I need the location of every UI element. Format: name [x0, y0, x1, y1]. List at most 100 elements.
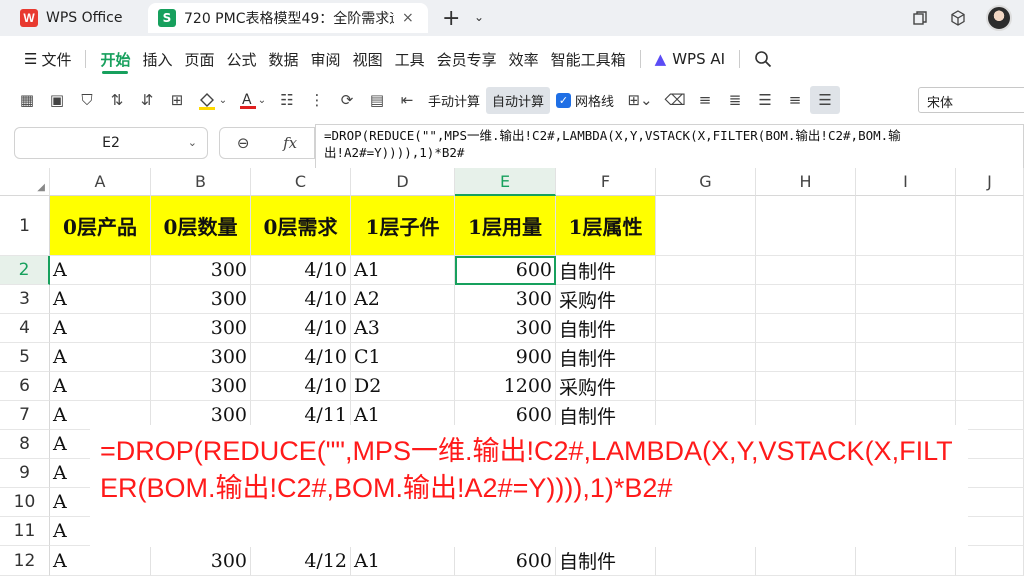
cell-d3[interactable]: A2	[351, 285, 455, 314]
restore-window-icon[interactable]	[910, 8, 930, 28]
align-left-icon[interactable]: ≣	[720, 86, 750, 114]
column-header-e[interactable]: E	[455, 168, 556, 196]
menu-tab-page[interactable]: 页面	[179, 40, 221, 78]
cell-j6[interactable]	[956, 372, 1024, 401]
cell-j2[interactable]	[956, 256, 1024, 285]
cell-b6[interactable]: 300	[151, 372, 251, 401]
row-header-9[interactable]: 9	[0, 459, 50, 488]
cell-h3[interactable]	[756, 285, 856, 314]
cell-j3[interactable]	[956, 285, 1024, 314]
close-tab-icon[interactable]: ×	[402, 10, 414, 26]
row-header-12[interactable]: 12	[0, 546, 50, 576]
cell-b1[interactable]: 0层数量	[151, 196, 251, 256]
cell-d5[interactable]: C1	[351, 343, 455, 372]
align-top-icon[interactable]: ≡	[690, 86, 720, 114]
font-color-icon[interactable]: A ⌄	[232, 86, 272, 114]
row-col-icon[interactable]: ☷	[272, 86, 302, 114]
sort-ascending-icon[interactable]: ⇅	[102, 86, 132, 114]
number-format-icon[interactable]: ▦	[12, 86, 42, 114]
cell-g12[interactable]	[656, 546, 756, 576]
document-tab[interactable]: S 720 PMC表格模型49：全阶需求运算 ×	[148, 3, 428, 33]
cell-i2[interactable]	[856, 256, 956, 285]
file-menu[interactable]: ☰ 文件	[18, 40, 77, 78]
row-header-6[interactable]: 6	[0, 372, 50, 401]
cell-c6[interactable]: 4/10	[251, 372, 351, 401]
cell-f5[interactable]: 自制件	[556, 343, 656, 372]
cell-h2[interactable]	[756, 256, 856, 285]
column-header-a[interactable]: A	[50, 168, 151, 196]
menu-tab-view[interactable]: 视图	[347, 40, 389, 78]
column-header-f[interactable]: F	[556, 168, 656, 196]
cell-a12[interactable]: A	[50, 546, 151, 576]
cell-a2[interactable]: A	[50, 256, 151, 285]
cell-g1[interactable]	[656, 196, 756, 256]
cell-j1[interactable]	[956, 196, 1024, 256]
menu-tab-member[interactable]: 会员专享	[431, 40, 503, 78]
menu-tab-efficiency[interactable]: 效率	[503, 40, 545, 78]
cell-d6[interactable]: D2	[351, 372, 455, 401]
cell-i1[interactable]	[856, 196, 956, 256]
name-box[interactable]: E2 ⌄	[14, 127, 208, 159]
function-icon[interactable]: fx	[283, 134, 297, 152]
cell-border-icon[interactable]: ⊞⌄	[620, 86, 660, 114]
cell-e4[interactable]: 300	[455, 314, 556, 343]
zoom-formula-icon[interactable]: ⊖	[237, 134, 250, 152]
cell-b5[interactable]: 300	[151, 343, 251, 372]
cell-i3[interactable]	[856, 285, 956, 314]
chevron-down-icon[interactable]: ⌄	[188, 136, 197, 149]
refresh-icon[interactable]: ⟳	[332, 86, 362, 114]
cell-h12[interactable]	[756, 546, 856, 576]
cell-e2[interactable]: 600	[455, 256, 556, 285]
gridlines-checkbox[interactable]: ✓ 网格线	[550, 91, 620, 110]
align-center-icon[interactable]: ☰	[750, 86, 780, 114]
auto-calc-button[interactable]: 自动计算	[486, 86, 551, 114]
cell-i5[interactable]	[856, 343, 956, 372]
cell-d4[interactable]: A3	[351, 314, 455, 343]
row-header-10[interactable]: 10	[0, 488, 50, 517]
cell-d12[interactable]: A1	[351, 546, 455, 576]
borders-icon[interactable]: ⊞	[162, 86, 192, 114]
cell-b12[interactable]: 300	[151, 546, 251, 576]
cell-f12[interactable]: 自制件	[556, 546, 656, 576]
cell-i4[interactable]	[856, 314, 956, 343]
cell-g2[interactable]	[656, 256, 756, 285]
menu-tab-wps-ai[interactable]: ▲ WPS AI	[649, 40, 731, 78]
justify-icon[interactable]: ☰	[810, 86, 841, 114]
cell-h1[interactable]	[756, 196, 856, 256]
row-header-4[interactable]: 4	[0, 314, 50, 343]
sort-descending-icon[interactable]: ⇵	[132, 86, 162, 114]
column-header-i[interactable]: I	[856, 168, 956, 196]
cell-i6[interactable]	[856, 372, 956, 401]
cell-e12[interactable]: 600	[455, 546, 556, 576]
tab-list-chevron-icon[interactable]: ⌄	[474, 10, 484, 24]
manual-calc-button[interactable]: 手动计算	[422, 87, 486, 114]
new-tab-icon[interactable]: +	[442, 6, 460, 31]
cell-h4[interactable]	[756, 314, 856, 343]
column-header-j[interactable]: J	[956, 168, 1024, 196]
clear-format-icon[interactable]: ⌫	[660, 86, 690, 114]
freeze-icon[interactable]: ⇤	[392, 86, 422, 114]
cell-a6[interactable]: A	[50, 372, 151, 401]
cell-f4[interactable]: 自制件	[556, 314, 656, 343]
menu-tab-data[interactable]: 数据	[263, 40, 305, 78]
cell-a3[interactable]: A	[50, 285, 151, 314]
cell-g4[interactable]	[656, 314, 756, 343]
paste-format-icon[interactable]: ▣	[42, 86, 72, 114]
row-header-5[interactable]: 5	[0, 343, 50, 372]
cell-g6[interactable]	[656, 372, 756, 401]
cell-c4[interactable]: 4/10	[251, 314, 351, 343]
cell-a5[interactable]: A	[50, 343, 151, 372]
more-options-icon[interactable]: ⋮	[302, 86, 332, 114]
row-header-1[interactable]: 1	[0, 196, 50, 256]
formula-input[interactable]: =DROP(REDUCE("",MPS一维.输出!C2#,LAMBDA(X,Y,…	[315, 124, 1024, 174]
cell-f3[interactable]: 采购件	[556, 285, 656, 314]
menu-tab-formula[interactable]: 公式	[221, 40, 263, 78]
row-header-8[interactable]: 8	[0, 430, 50, 459]
menu-tab-tools[interactable]: 工具	[389, 40, 431, 78]
cell-c5[interactable]: 4/10	[251, 343, 351, 372]
menu-tab-smart-toolbox[interactable]: 智能工具箱	[545, 40, 632, 78]
row-header-2[interactable]: 2	[0, 256, 50, 285]
cell-c1[interactable]: 0层需求	[251, 196, 351, 256]
cell-c2[interactable]: 4/10	[251, 256, 351, 285]
cell-j4[interactable]	[956, 314, 1024, 343]
